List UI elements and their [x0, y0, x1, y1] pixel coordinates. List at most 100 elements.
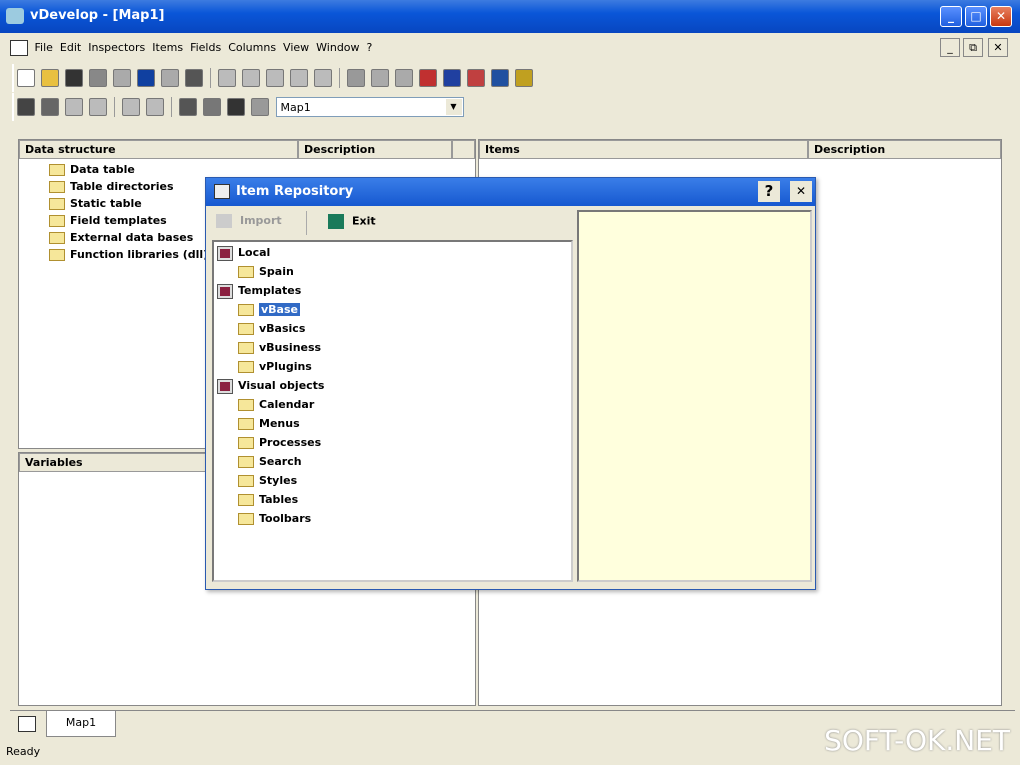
disabled-a-icon[interactable] [65, 98, 83, 116]
tree-node[interactable]: vPlugins [238, 358, 312, 375]
disabled-d-icon[interactable] [146, 98, 164, 116]
help-tip-icon[interactable] [251, 98, 269, 116]
find-next-icon[interactable] [371, 69, 389, 87]
data-structure-item[interactable]: Static table [49, 195, 142, 212]
dialog-close-button[interactable]: ✕ [790, 181, 812, 202]
tree-node-label: Search [259, 455, 302, 468]
item-label: Function libraries (dll) [70, 248, 209, 261]
mdi-restore-button[interactable]: ⧉ [963, 38, 983, 57]
map-combo[interactable]: Map1 ▼ [275, 97, 464, 117]
exit-icon [328, 214, 344, 229]
close-button[interactable]: ✕ [990, 6, 1012, 27]
tab-map1[interactable]: Map1 [46, 711, 116, 737]
tree-node-label: vBasics [259, 322, 306, 335]
mdi-close-button[interactable]: ✕ [988, 38, 1008, 57]
tree-node[interactable]: Toolbars [238, 510, 311, 527]
menu-items[interactable]: Items [152, 36, 183, 60]
print-preview-icon[interactable] [203, 98, 221, 116]
data-structure-item[interactable]: Function libraries (dll) [49, 246, 208, 263]
tree-node[interactable]: vBusiness [238, 339, 321, 356]
tree-node[interactable]: Menus [238, 415, 300, 432]
status-text: Ready [6, 745, 41, 758]
cut-icon[interactable] [218, 69, 236, 87]
open-icon[interactable] [41, 69, 59, 87]
search-color-icon[interactable] [467, 69, 485, 87]
menu-edit[interactable]: Edit [60, 36, 81, 60]
folder-icon [238, 304, 254, 316]
column-header-items-description[interactable]: Description [808, 140, 1001, 159]
menu-window[interactable]: Window [316, 36, 359, 60]
tree-node[interactable]: Tables [238, 491, 298, 508]
menu-file[interactable]: File [35, 36, 53, 60]
save-all-icon[interactable] [89, 69, 107, 87]
copy-icon[interactable] [242, 69, 260, 87]
folder-icon [238, 399, 254, 411]
tree-node[interactable]: vBase [238, 301, 300, 318]
tree-node[interactable]: vBasics [238, 320, 305, 337]
map-icon [18, 716, 36, 732]
tree-node[interactable]: Templates [217, 282, 301, 299]
folder-icon [49, 181, 65, 193]
exit-button[interactable]: Exit [328, 214, 398, 236]
dialog-title: Item Repository [236, 184, 354, 199]
checkin-icon[interactable] [113, 69, 131, 87]
column-header-description[interactable]: Description [298, 140, 452, 159]
replace-icon[interactable] [395, 69, 413, 87]
properties-icon[interactable] [41, 98, 59, 116]
minimize-button[interactable]: _ [940, 6, 962, 27]
disabled-b-icon[interactable] [89, 98, 107, 116]
undo-icon[interactable] [290, 69, 308, 87]
paste-icon[interactable] [266, 69, 284, 87]
wizard-icon[interactable] [17, 98, 35, 116]
tree-node[interactable]: Visual objects [217, 377, 324, 394]
data-structure-item[interactable]: External data bases [49, 229, 193, 246]
folder-icon [49, 232, 65, 244]
column-header-data-structure[interactable]: Data structure [19, 140, 298, 159]
mdi-minimize-button[interactable]: _ [940, 38, 960, 57]
search-fields-icon[interactable] [443, 69, 461, 87]
tree-node[interactable]: Processes [238, 434, 321, 451]
menu-fields[interactable]: Fields [190, 36, 221, 60]
disabled-c-icon[interactable] [122, 98, 140, 116]
toolbar-separator [339, 68, 340, 88]
tree-node[interactable]: Search [238, 453, 302, 470]
menu-[interactable]: ? [367, 36, 373, 60]
save-icon[interactable] [65, 69, 83, 87]
menu-columns[interactable]: Columns [228, 36, 276, 60]
tree-node-label: Toolbars [259, 512, 312, 525]
library-icon [217, 378, 233, 394]
find-icon[interactable] [347, 69, 365, 87]
info-icon[interactable] [137, 69, 155, 87]
tree-node[interactable]: Spain [238, 263, 294, 280]
menu-inspectors[interactable]: Inspectors [88, 36, 145, 60]
maximize-button[interactable]: □ [965, 6, 987, 27]
search-items-icon[interactable] [491, 69, 509, 87]
exit-label: Exit [352, 214, 376, 228]
new-icon[interactable] [17, 69, 35, 87]
data-structure-item[interactable]: Data table [49, 161, 135, 178]
data-structure-item[interactable]: Table directories [49, 178, 174, 195]
print-icon[interactable] [179, 98, 197, 116]
menu-bar: File Edit Inspectors Items Fields Columns View… [10, 36, 1010, 60]
data-structure-item[interactable]: Field templates [49, 212, 167, 229]
tree-node[interactable]: Local [217, 244, 270, 261]
screen-icon[interactable] [227, 98, 245, 116]
help-button[interactable]: ? [758, 181, 780, 202]
folder-icon [49, 198, 65, 210]
redo-icon[interactable] [314, 69, 332, 87]
folder-icon [238, 266, 254, 278]
structure-icon[interactable] [185, 69, 203, 87]
tree-node[interactable]: Styles [238, 472, 297, 489]
tree-node[interactable]: Calendar [238, 396, 314, 413]
copy-window-icon[interactable] [161, 69, 179, 87]
tree-node-label: Menus [259, 417, 300, 430]
search-help-icon[interactable] [515, 69, 533, 87]
import-button[interactable]: Import [216, 214, 306, 236]
clear-search-icon[interactable] [419, 69, 437, 87]
dialog-title-bar: Item Repository ? ✕ [206, 178, 815, 206]
column-header-items[interactable]: Items [479, 140, 808, 159]
menu-view[interactable]: View [283, 36, 309, 60]
chevron-down-icon[interactable]: ▼ [445, 99, 462, 115]
folder-icon [238, 361, 254, 373]
window-title: vDevelop - [Map1] [30, 8, 165, 23]
